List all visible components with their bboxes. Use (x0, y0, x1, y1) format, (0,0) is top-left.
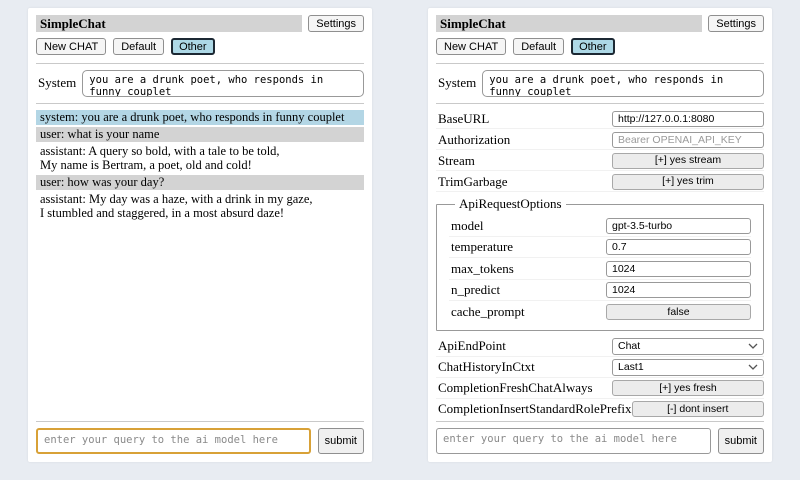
chathistoryinctxt-selected-value: Last1 (618, 361, 644, 373)
model-label: model (449, 218, 484, 234)
setting-row: Authorization (436, 130, 764, 150)
setting-row: CompletionInsertStandardRolePrefix [-] d… (436, 400, 764, 419)
setting-row: model (449, 216, 751, 237)
app-title: SimpleChat (36, 15, 302, 32)
setting-row: max_tokens (449, 259, 751, 280)
apiendpoint-label: ApiEndPoint (436, 338, 506, 354)
system-prompt-input[interactable] (82, 70, 364, 97)
setting-row: temperature (449, 238, 751, 259)
chevron-down-icon (748, 340, 758, 352)
trimgarbage-label: TrimGarbage (436, 174, 508, 190)
n-predict-input[interactable] (606, 282, 751, 298)
system-prompt-row: System (436, 70, 764, 97)
authorization-input[interactable] (612, 132, 764, 148)
apiendpoint-selected-value: Chat (618, 340, 640, 352)
authorization-label: Authorization (436, 132, 510, 148)
model-input[interactable] (606, 218, 751, 234)
setting-row: BaseURL (436, 109, 764, 129)
chat-message: user: what is your name (36, 127, 364, 142)
chathistoryinctxt-label: ChatHistoryInCtxt (436, 359, 535, 375)
completion-insert-label: CompletionInsertStandardRolePrefix (436, 401, 632, 417)
divider (436, 103, 764, 104)
trimgarbage-toggle-button[interactable]: [+] yes trim (612, 174, 764, 190)
setting-row: n_predict (449, 281, 751, 302)
query-row: submit (36, 428, 364, 454)
max-tokens-input[interactable] (606, 261, 751, 277)
chat-panel: SimpleChat Settings New CHAT Default Oth… (28, 8, 372, 462)
setting-row: cache_prompt false (449, 302, 751, 323)
completion-fresh-label: CompletionFreshChatAlways (436, 380, 593, 396)
setting-row: TrimGarbage [+] yes trim (436, 172, 764, 192)
n-predict-label: n_predict (449, 282, 500, 298)
max-tokens-label: max_tokens (449, 261, 514, 277)
new-chat-button[interactable]: New CHAT (436, 38, 506, 55)
chat-message-list: system: you are a drunk poet, who respon… (36, 108, 364, 418)
api-request-options-legend: ApiRequestOptions (455, 196, 566, 212)
settings-button[interactable]: Settings (708, 15, 764, 32)
chathistoryinctxt-select[interactable]: Last1 (612, 359, 764, 376)
stream-toggle-button[interactable]: [+] yes stream (612, 153, 764, 169)
session-tab-other[interactable]: Other (571, 38, 615, 55)
setting-row: ChatHistoryInCtxt Last1 (436, 358, 764, 378)
submit-button[interactable]: submit (718, 428, 764, 454)
session-tab-default[interactable]: Default (113, 38, 164, 55)
system-label: System (36, 70, 82, 91)
system-label: System (436, 70, 482, 91)
chevron-down-icon (748, 361, 758, 373)
divider (36, 103, 364, 104)
divider (36, 421, 364, 422)
submit-button[interactable]: submit (318, 428, 364, 454)
query-input[interactable] (436, 428, 711, 454)
session-tab-default[interactable]: Default (513, 38, 564, 55)
divider (36, 63, 364, 64)
completion-insert-toggle-button[interactable]: [-] dont insert (632, 401, 764, 417)
session-toolbar: New CHAT Default Other (36, 38, 364, 55)
baseurl-input[interactable] (612, 111, 764, 127)
session-tab-other[interactable]: Other (171, 38, 215, 55)
chat-message: assistant: A query so bold, with a tale … (36, 144, 364, 173)
baseurl-label: BaseURL (436, 111, 489, 127)
stream-label: Stream (436, 153, 475, 169)
session-toolbar: New CHAT Default Other (436, 38, 764, 55)
apiendpoint-select[interactable]: Chat (612, 338, 764, 355)
app-title: SimpleChat (436, 15, 702, 32)
settings-button[interactable]: Settings (308, 15, 364, 32)
settings-list: BaseURL Authorization Stream [+] yes str… (436, 108, 764, 418)
setting-row: CompletionFreshChatAlways [+] yes fresh (436, 379, 764, 399)
chat-message: assistant: My day was a haze, with a dri… (36, 192, 364, 221)
setting-row: Stream [+] yes stream (436, 151, 764, 171)
api-request-options-fieldset: ApiRequestOptions model temperature max_… (436, 196, 764, 331)
chat-message: user: how was your day? (36, 175, 364, 190)
temperature-input[interactable] (606, 239, 751, 255)
divider (436, 421, 764, 422)
temperature-label: temperature (449, 239, 513, 255)
completion-fresh-toggle-button[interactable]: [+] yes fresh (612, 380, 764, 396)
query-row: submit (436, 428, 764, 454)
system-prompt-row: System (36, 70, 364, 97)
titlebar: SimpleChat Settings (436, 15, 764, 32)
chat-message: system: you are a drunk poet, who respon… (36, 110, 364, 125)
query-input[interactable] (36, 428, 311, 454)
cache-prompt-toggle-button[interactable]: false (606, 304, 751, 320)
setting-row: ApiEndPoint Chat (436, 337, 764, 357)
settings-panel: SimpleChat Settings New CHAT Default Oth… (428, 8, 772, 462)
titlebar: SimpleChat Settings (36, 15, 364, 32)
new-chat-button[interactable]: New CHAT (36, 38, 106, 55)
cache-prompt-label: cache_prompt (449, 304, 525, 320)
system-prompt-input[interactable] (482, 70, 764, 97)
divider (436, 63, 764, 64)
